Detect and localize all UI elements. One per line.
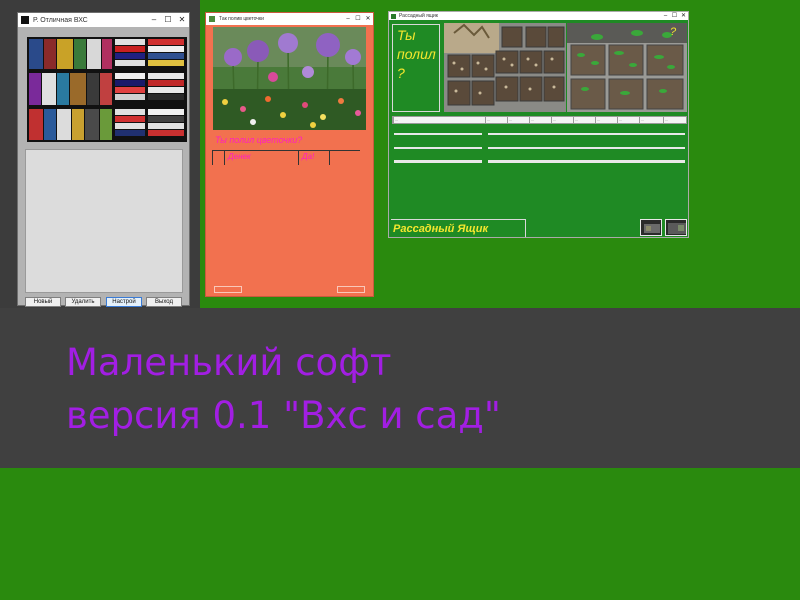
flower-window-titlebar[interactable]: Так полив цветочки – ☐ ✕	[206, 13, 373, 25]
table-cell	[212, 151, 224, 165]
seed-trays-image	[444, 23, 566, 112]
watered-question-text: Ты полил ?	[397, 27, 436, 81]
banner-line-1: Маленький софт	[66, 341, 392, 384]
exit-button[interactable]: Выход	[146, 297, 182, 307]
maximize-icon[interactable]: ☐	[670, 12, 679, 20]
seedling-table[interactable]: ... ... ... ... ... ... ... ... ... ...	[392, 116, 687, 174]
minimize-icon[interactable]: –	[661, 12, 670, 20]
banner-text: Маленький софт версия 0.1 "Вхс и сад"	[66, 336, 501, 442]
close-icon[interactable]: ✕	[679, 12, 688, 20]
table-header-cell: ...	[663, 117, 688, 123]
thumbnail-2[interactable]	[665, 219, 687, 236]
table-header-cell: ...	[507, 117, 529, 123]
seedling-box-label: Рассадный Ящик	[391, 219, 526, 237]
table-header-cell: ...	[573, 117, 595, 123]
table-header-cell: ...	[551, 117, 573, 123]
flower-left-button[interactable]	[214, 286, 242, 293]
table-header-cell: ...	[595, 117, 617, 123]
seedling-table-header: ... ... ... ... ... ... ... ... ... ...	[392, 116, 687, 124]
flower-window: Так полив цветочки – ☐ ✕ Ты полил цветоч…	[205, 12, 374, 297]
table-row[interactable]	[394, 147, 482, 149]
close-icon[interactable]: ✕	[363, 13, 373, 25]
table-header-cell: ...	[639, 117, 663, 123]
new-button[interactable]: Новый	[25, 297, 61, 307]
table-cell-yes: Да!	[298, 151, 329, 165]
app-icon	[21, 16, 29, 24]
app-icon	[391, 13, 396, 19]
watered-question: Ты полил ?	[392, 24, 440, 112]
minimize-icon[interactable]: –	[147, 13, 161, 27]
settings-button[interactable]: Настрой	[106, 297, 142, 307]
thumbnail-1[interactable]	[640, 219, 662, 236]
flower-garden-image	[213, 27, 366, 130]
flower-question: Ты полил цветочки?	[215, 135, 303, 145]
banner: Маленький софт версия 0.1 "Вхс и сад"	[0, 308, 800, 468]
maximize-icon[interactable]: ☐	[353, 13, 363, 25]
vhs-shelf-image	[27, 37, 187, 142]
table-header-cell: ...	[393, 117, 485, 123]
seedlings-image	[567, 23, 687, 112]
table-row[interactable]	[394, 133, 482, 135]
delete-button[interactable]: Удалить	[65, 297, 101, 307]
table-header-cell: ...	[485, 117, 507, 123]
seedling-window-title: Рассадный ящик	[399, 13, 438, 19]
table-row[interactable]	[488, 147, 685, 149]
table-cell	[329, 151, 360, 165]
seedling-side-mark: ?	[670, 26, 677, 38]
table-row[interactable]	[394, 160, 482, 163]
table-header-cell: ...	[529, 117, 551, 123]
table-cell-day: Денек	[224, 151, 298, 165]
flower-right-button[interactable]	[337, 286, 365, 293]
vhs-list-box[interactable]	[25, 149, 183, 293]
vhs-window: Р. Отличная ВХС – ☐ ✕ Новый Удалить Наст…	[17, 12, 190, 307]
minimize-icon[interactable]: –	[343, 13, 353, 25]
seedling-window: Рассадный ящик – ☐ ✕ Ты полил ? ? ... ..…	[388, 11, 689, 238]
vhs-window-titlebar[interactable]: Р. Отличная ВХС – ☐ ✕	[18, 13, 189, 27]
banner-line-2: версия 0.1 "Вхс и сад"	[66, 394, 501, 437]
seedling-window-titlebar[interactable]: Рассадный ящик – ☐ ✕	[389, 12, 688, 20]
app-icon	[209, 16, 215, 22]
flower-window-title: Так полив цветочки	[219, 16, 264, 22]
close-icon[interactable]: ✕	[175, 13, 189, 27]
table-row[interactable]	[488, 133, 685, 135]
maximize-icon[interactable]: ☐	[161, 13, 175, 27]
table-header-cell: ...	[617, 117, 639, 123]
flower-table[interactable]: Денек Да!	[212, 150, 360, 165]
table-row[interactable]	[488, 160, 685, 163]
vhs-window-title: Р. Отличная ВХС	[33, 16, 88, 24]
